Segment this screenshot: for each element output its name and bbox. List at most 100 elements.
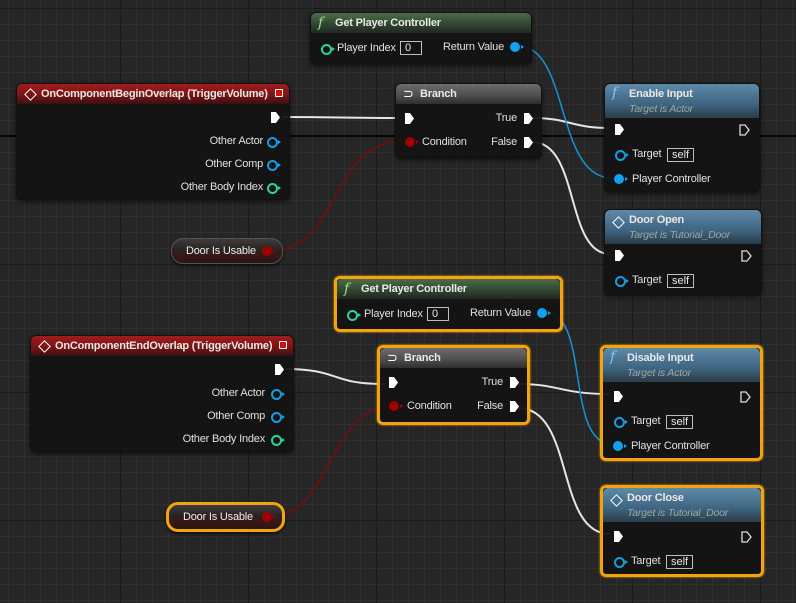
- other-actor-pin[interactable]: [271, 389, 285, 400]
- condition-label: Condition: [407, 400, 452, 412]
- node-header: ⊃ Branch: [380, 348, 527, 368]
- event-diamond-icon: [610, 494, 623, 507]
- node-header: f Disable Input Target is Actor: [603, 348, 760, 382]
- event-diamond-icon: [38, 340, 51, 353]
- exec-in-pin[interactable]: [614, 391, 623, 402]
- exec-in-pin[interactable]: [614, 531, 623, 542]
- door-open-node[interactable]: Door Open Target is Tutorial_Door Target…: [604, 209, 762, 295]
- door-close-node[interactable]: Door Close Target is Tutorial_Door Targe…: [600, 485, 764, 577]
- target-label: Target: [632, 148, 662, 160]
- other-comp-pin[interactable]: [267, 160, 281, 171]
- target-pin[interactable]: [615, 276, 629, 287]
- wire-exec-begin-to-branch1: [281, 116, 399, 119]
- target-self-field[interactable]: self: [666, 415, 694, 429]
- exec-out-pin[interactable]: [739, 124, 750, 136]
- player-index-label: Player Index: [337, 42, 396, 54]
- door-is-usable-variable-1[interactable]: Door Is Usable: [171, 238, 283, 264]
- other-actor-pin[interactable]: [267, 137, 281, 148]
- player-controller-label: Player Controller: [632, 173, 711, 185]
- pin-label-other-body-index: Other Body Index: [180, 181, 264, 193]
- function-icon: f: [610, 349, 615, 365]
- pin-label-other-body-index: Other Body Index: [182, 433, 266, 445]
- branch-node-2[interactable]: ⊃ Branch True Condition False: [377, 345, 530, 425]
- node-header: Door Open Target is Tutorial_Door: [605, 210, 761, 244]
- return-value-pin[interactable]: [510, 42, 524, 52]
- false-label: False: [491, 136, 517, 148]
- get-player-controller-node-2[interactable]: f Get Player Controller Player Index 0 R…: [334, 276, 563, 332]
- pin-label-other-comp: Other Comp: [205, 158, 263, 170]
- target-pin[interactable]: [615, 150, 629, 161]
- node-subtitle: Target is Tutorial_Door: [627, 507, 729, 519]
- target-self-field[interactable]: self: [667, 148, 695, 162]
- variable-output-pin[interactable]: [262, 246, 276, 256]
- delegate-icon[interactable]: [275, 89, 283, 97]
- true-label: True: [481, 376, 504, 388]
- condition-pin[interactable]: [405, 137, 419, 147]
- disable-input-node[interactable]: f Disable Input Target is Actor Target s…: [600, 345, 763, 461]
- pin-label-other-actor: Other Actor: [209, 135, 264, 147]
- true-exec-pin[interactable]: [510, 377, 519, 388]
- exec-out-pin[interactable]: [740, 391, 751, 403]
- event-diamond-icon: [24, 88, 37, 101]
- wire-exec-end-to-branch2: [284, 368, 385, 385]
- target-label: Target: [632, 274, 662, 286]
- player-index-input[interactable]: 0: [427, 307, 449, 321]
- target-pin[interactable]: [614, 417, 628, 428]
- enable-input-node[interactable]: f Enable Input Target is Actor Target se…: [604, 83, 760, 192]
- condition-pin[interactable]: [389, 401, 403, 411]
- player-index-input[interactable]: 0: [400, 41, 422, 55]
- wire-exec-branch2-true: [517, 383, 611, 395]
- branch-icon: ⊃: [403, 86, 414, 101]
- branch-node-1[interactable]: ⊃ Branch True Condition False: [395, 83, 542, 158]
- exec-out-pin[interactable]: [271, 112, 280, 123]
- exec-in-pin[interactable]: [615, 124, 624, 135]
- player-index-pin[interactable]: [347, 310, 361, 321]
- event-diamond-icon: [612, 216, 625, 229]
- false-label: False: [477, 400, 503, 412]
- node-header: OnComponentEndOverlap (TriggerVolume): [31, 336, 293, 356]
- node-header: f Get Player Controller: [311, 13, 531, 33]
- pin-label-other-actor: Other Actor: [211, 387, 266, 399]
- function-icon: f: [318, 15, 323, 31]
- target-label: Target: [631, 555, 661, 567]
- return-value-label: Return Value: [443, 41, 504, 53]
- false-exec-pin[interactable]: [524, 137, 533, 148]
- player-controller-pin[interactable]: [614, 174, 628, 184]
- true-exec-pin[interactable]: [524, 113, 533, 124]
- variable-output-pin[interactable]: [262, 512, 276, 522]
- exec-out-pin[interactable]: [275, 364, 284, 375]
- branch-icon: ⊃: [387, 350, 398, 365]
- wire-exec-branch1-false: [531, 141, 611, 255]
- node-header: Door Close Target is Tutorial_Door: [603, 488, 761, 522]
- exec-in-pin[interactable]: [405, 113, 414, 124]
- exec-out-pin[interactable]: [741, 250, 752, 262]
- node-subtitle: Target is Actor: [629, 103, 693, 115]
- target-pin[interactable]: [614, 557, 628, 568]
- node-header: OnComponentBeginOverlap (TriggerVolume): [17, 84, 289, 104]
- exec-in-pin[interactable]: [615, 250, 624, 261]
- target-self-field[interactable]: self: [667, 274, 695, 288]
- false-exec-pin[interactable]: [510, 401, 519, 412]
- pin-label-other-comp: Other Comp: [207, 410, 265, 422]
- begin-overlap-event-node[interactable]: OnComponentBeginOverlap (TriggerVolume) …: [16, 83, 290, 200]
- return-value-label: Return Value: [470, 307, 531, 319]
- true-label: True: [495, 112, 518, 124]
- node-subtitle: Target is Actor: [627, 367, 691, 379]
- other-body-index-pin[interactable]: [271, 435, 285, 446]
- variable-label: Door Is Usable: [186, 245, 256, 257]
- exec-out-pin[interactable]: [741, 531, 752, 543]
- player-controller-label: Player Controller: [631, 440, 710, 452]
- end-overlap-event-node[interactable]: OnComponentEndOverlap (TriggerVolume) Ot…: [30, 335, 294, 452]
- return-value-pin[interactable]: [537, 308, 551, 318]
- get-player-controller-node-1[interactable]: f Get Player Controller Player Index 0 R…: [310, 12, 532, 64]
- target-self-field[interactable]: self: [666, 555, 694, 569]
- player-controller-pin[interactable]: [613, 441, 627, 451]
- other-comp-pin[interactable]: [271, 412, 285, 423]
- door-is-usable-variable-2[interactable]: Door Is Usable: [166, 502, 285, 532]
- player-index-pin[interactable]: [321, 44, 335, 55]
- other-body-index-pin[interactable]: [267, 183, 281, 194]
- node-subtitle: Target is Tutorial_Door: [629, 229, 731, 241]
- exec-in-pin[interactable]: [389, 377, 398, 388]
- node-header: f Enable Input Target is Actor: [605, 84, 759, 118]
- delegate-icon[interactable]: [279, 341, 287, 349]
